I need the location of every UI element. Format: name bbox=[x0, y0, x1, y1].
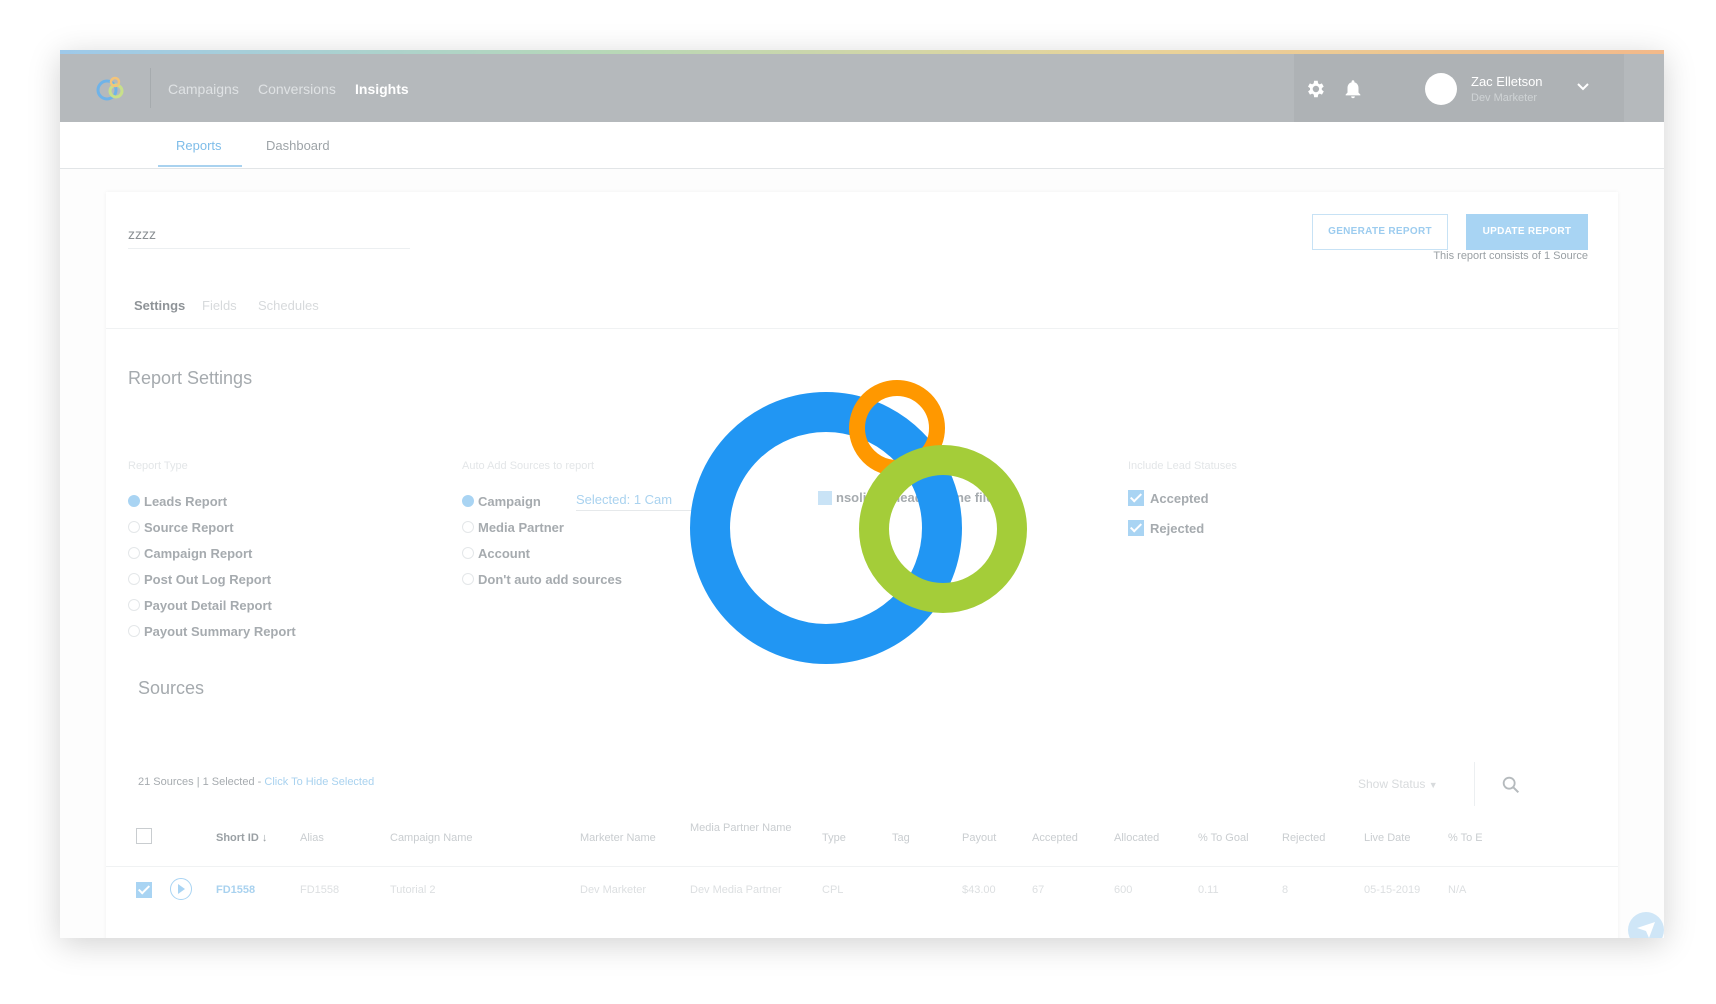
app-window: Campaigns Conversions Insights Zac Ellet… bbox=[60, 50, 1664, 938]
spinner-blue-ring bbox=[690, 392, 962, 664]
loading-spinner-icon bbox=[690, 380, 1027, 664]
chat-icon bbox=[1637, 922, 1655, 938]
